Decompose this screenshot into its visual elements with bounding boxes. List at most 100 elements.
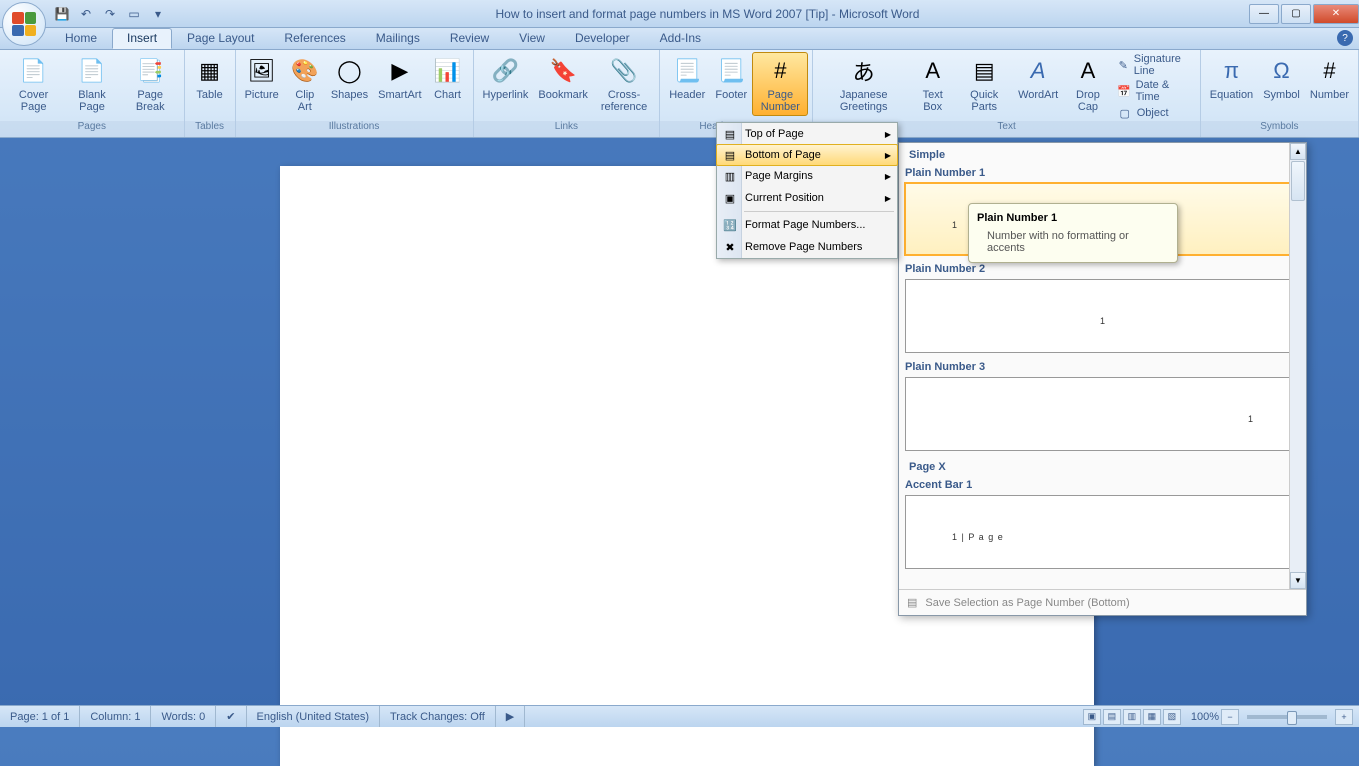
dropcap-button[interactable]: ADrop Cap (1063, 52, 1113, 116)
menu-current-position[interactable]: ▣Current Position▶ (717, 187, 897, 209)
group-pages-label: Pages (0, 121, 184, 137)
object-icon: ▢ (1117, 105, 1133, 121)
wordart-icon: A (1022, 55, 1054, 87)
blank-page-button[interactable]: 📄Blank Page (63, 52, 121, 116)
zoom-slider[interactable] (1247, 715, 1327, 719)
gallery-item-plain-number-2[interactable]: 1 (905, 279, 1300, 353)
submenu-arrow-icon: ▶ (885, 194, 891, 203)
crossref-button[interactable]: 📎Cross-reference (593, 52, 655, 116)
header-button[interactable]: 📃Header (664, 52, 710, 104)
wordart-button[interactable]: AWordArt (1013, 52, 1063, 104)
blank-page-icon: 📄 (76, 55, 108, 87)
help-icon[interactable]: ? (1337, 30, 1353, 46)
title-bar: 💾 ↶ ↷ ▭ ▾ How to insert and format page … (0, 0, 1359, 28)
minimize-button[interactable]: — (1249, 4, 1279, 24)
number-button[interactable]: #Number (1305, 52, 1354, 104)
tab-insert[interactable]: Insert (112, 28, 172, 49)
preview-number: 1 (1100, 316, 1105, 326)
menu-bottom-of-page[interactable]: ▤Bottom of Page▶ (716, 144, 898, 166)
tab-developer[interactable]: Developer (560, 28, 645, 49)
tab-addins[interactable]: Add-Ins (645, 28, 716, 49)
dropcap-icon: A (1072, 55, 1104, 87)
preview-number: 1 (952, 220, 957, 230)
symbol-button[interactable]: ΩSymbol (1258, 52, 1305, 104)
redo-icon[interactable]: ↷ (100, 4, 120, 24)
scroll-down-icon[interactable]: ▼ (1290, 572, 1306, 589)
view-full-screen-icon[interactable]: ▤ (1103, 709, 1121, 725)
tab-home[interactable]: Home (50, 28, 112, 49)
page-number-button[interactable]: #Page Number (752, 52, 808, 116)
menu-top-of-page[interactable]: ▤Top of Page▶ (717, 123, 897, 145)
scroll-up-icon[interactable]: ▲ (1290, 143, 1306, 160)
undo-icon[interactable]: ↶ (76, 4, 96, 24)
view-draft-icon[interactable]: ▧ (1163, 709, 1181, 725)
tab-references[interactable]: References (269, 28, 360, 49)
print-icon[interactable]: ▭ (124, 4, 144, 24)
footer-button[interactable]: 📃Footer (710, 52, 752, 104)
cover-page-icon: 📄 (18, 55, 50, 87)
footer-icon: 📃 (715, 55, 747, 87)
maximize-button[interactable]: ▢ (1281, 4, 1311, 24)
zoom-in-button[interactable]: + (1335, 709, 1353, 725)
office-button[interactable] (2, 2, 46, 46)
status-macro-icon[interactable]: ▶ (496, 706, 525, 727)
jp-greetings-button[interactable]: あJapanese Greetings (817, 52, 910, 116)
textbox-icon: A (917, 55, 949, 87)
textbox-button[interactable]: AText Box (910, 52, 955, 116)
view-web-icon[interactable]: ▥ (1123, 709, 1141, 725)
cover-page-button[interactable]: 📄Cover Page (4, 52, 63, 116)
quickparts-button[interactable]: ▤Quick Parts (955, 52, 1013, 116)
hyperlink-button[interactable]: 🔗Hyperlink (478, 52, 534, 104)
status-track-changes[interactable]: Track Changes: Off (380, 706, 496, 727)
tab-view[interactable]: View (504, 28, 560, 49)
remove-icon: ✖ (721, 238, 739, 256)
submenu-arrow-icon: ▶ (885, 172, 891, 181)
shapes-button[interactable]: ◯Shapes (326, 52, 373, 104)
status-words[interactable]: Words: 0 (151, 706, 216, 727)
status-column[interactable]: Column: 1 (80, 706, 151, 727)
menu-separator (744, 211, 894, 212)
tab-review[interactable]: Review (435, 28, 504, 49)
page-number-icon: # (764, 55, 796, 87)
scroll-thumb[interactable] (1291, 161, 1305, 201)
crossref-icon: 📎 (608, 55, 640, 87)
equation-button[interactable]: πEquation (1205, 52, 1258, 104)
save-selection-icon: ▤ (907, 596, 917, 609)
window-title: How to insert and format page numbers in… (168, 7, 1247, 21)
tooltip-body: Number with no formatting or accents (987, 230, 1169, 254)
menu-remove-page-numbers[interactable]: ✖Remove Page Numbers (717, 236, 897, 258)
chart-button[interactable]: 📊Chart (427, 52, 469, 104)
gallery-footer[interactable]: ▤ Save Selection as Page Number (Bottom) (899, 589, 1306, 615)
page-break-button[interactable]: 📑Page Break (121, 52, 180, 116)
signature-line-button[interactable]: ✎Signature Line (1113, 52, 1196, 78)
qat-dropdown-icon[interactable]: ▾ (148, 4, 168, 24)
quick-access-toolbar: 💾 ↶ ↷ ▭ ▾ (52, 4, 168, 24)
clipart-button[interactable]: 🎨Clip Art (284, 52, 326, 116)
group-symbols: πEquation ΩSymbol #Number Symbols (1201, 50, 1359, 137)
tab-page-layout[interactable]: Page Layout (172, 28, 269, 49)
smartart-button[interactable]: ▶SmartArt (373, 52, 426, 104)
zoom-level[interactable]: 100% (1191, 711, 1219, 723)
status-page[interactable]: Page: 1 of 1 (0, 706, 80, 727)
table-button[interactable]: ▦Table (189, 52, 231, 104)
date-time-button[interactable]: 📅Date & Time (1113, 78, 1196, 104)
gallery-scrollbar[interactable]: ▲ ▼ (1289, 143, 1306, 589)
menu-format-page-numbers[interactable]: 🔢Format Page Numbers... (717, 214, 897, 236)
bookmark-button[interactable]: 🔖Bookmark (533, 52, 593, 104)
object-button[interactable]: ▢Object (1113, 104, 1196, 122)
tab-mailings[interactable]: Mailings (361, 28, 435, 49)
menu-page-margins[interactable]: ▥Page Margins▶ (717, 165, 897, 187)
zoom-out-button[interactable]: − (1221, 709, 1239, 725)
gallery-item-accent-bar-1[interactable]: 1 | P a g e (905, 495, 1300, 569)
save-icon[interactable]: 💾 (52, 4, 72, 24)
status-proof-icon[interactable]: ✔ (216, 706, 246, 727)
gallery-item-plain-number-3[interactable]: 1 (905, 377, 1300, 451)
view-outline-icon[interactable]: ▦ (1143, 709, 1161, 725)
bottom-page-icon: ▤ (721, 146, 739, 164)
shapes-icon: ◯ (333, 55, 365, 87)
picture-button[interactable]: 🖼Picture (240, 52, 284, 104)
close-button[interactable]: ✕ (1313, 4, 1359, 24)
view-print-layout-icon[interactable]: ▣ (1083, 709, 1101, 725)
tooltip: Plain Number 1 Number with no formatting… (968, 203, 1178, 263)
status-language[interactable]: English (United States) (247, 706, 381, 727)
